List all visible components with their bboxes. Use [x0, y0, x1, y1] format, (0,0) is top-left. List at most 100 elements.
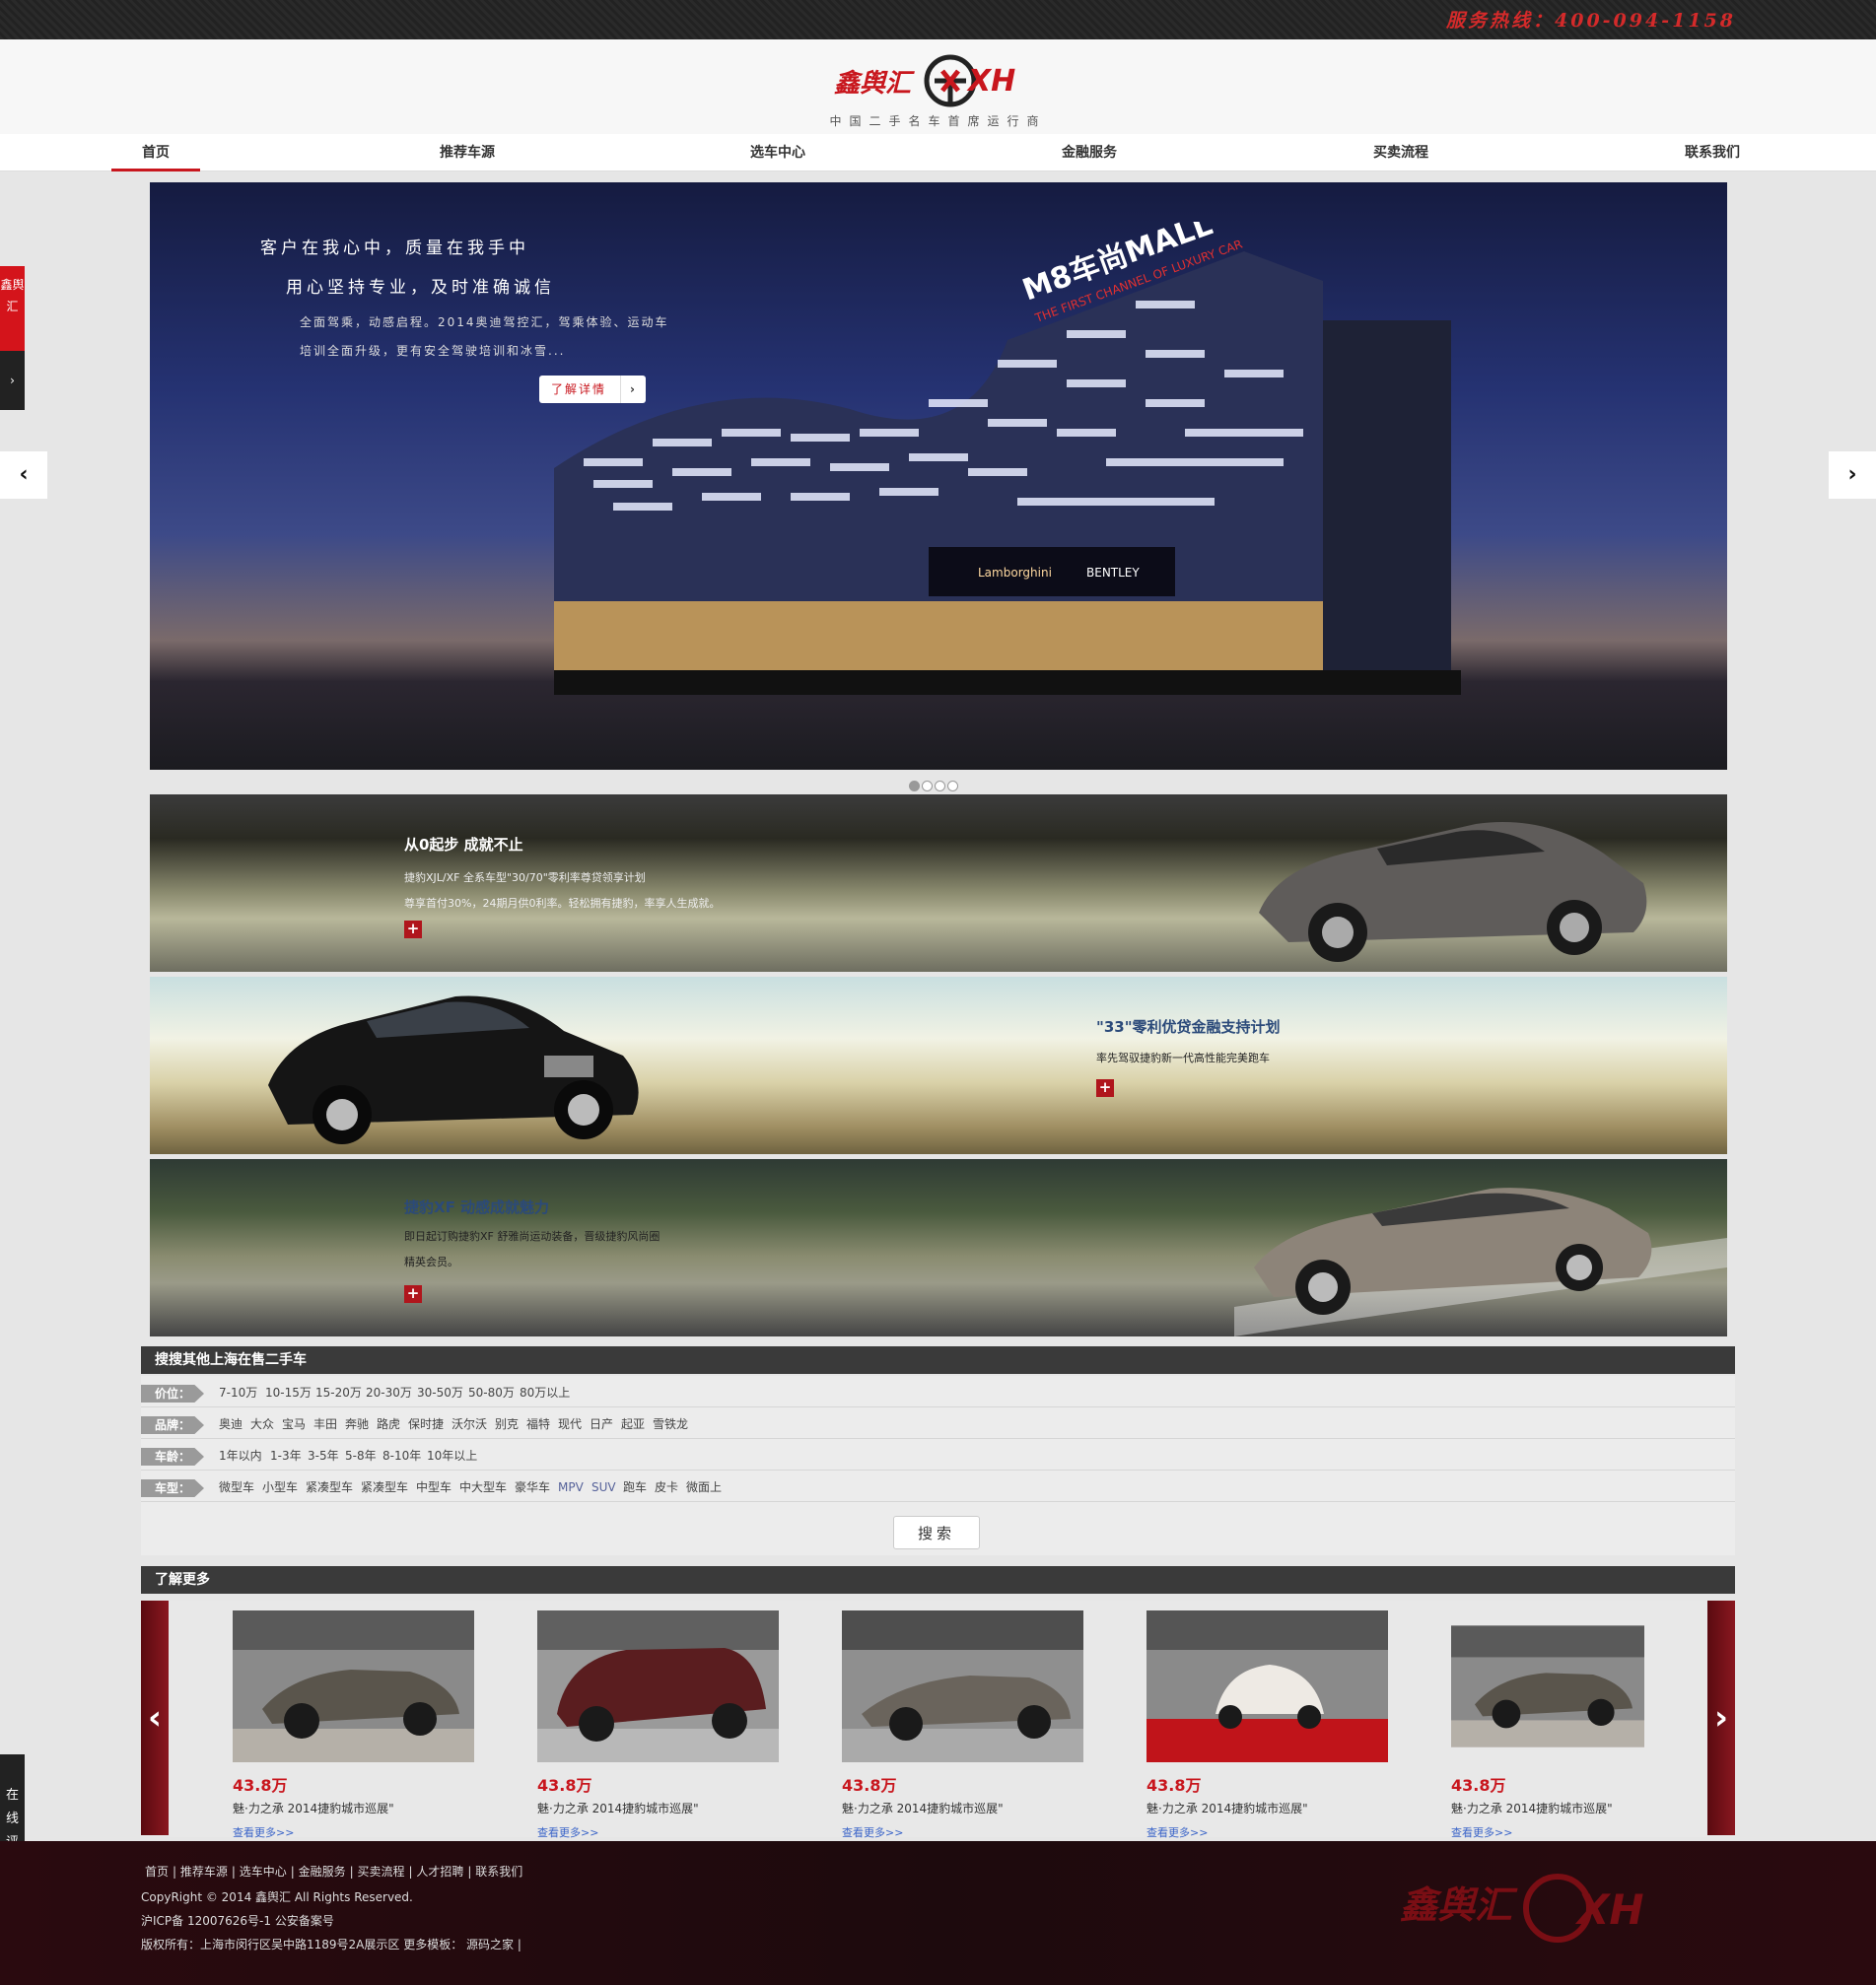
side-expand-icon[interactable]: ›: [0, 351, 25, 410]
filter-option[interactable]: 5-8年: [345, 1439, 377, 1471]
nav-item-finance[interactable]: 金融服务: [1045, 134, 1134, 171]
filter-option[interactable]: 中型车: [416, 1471, 452, 1502]
filter-option[interactable]: 大众: [250, 1407, 274, 1439]
filter-option[interactable]: 紧凑型车: [306, 1471, 353, 1502]
nav-item-contact[interactable]: 联系我们: [1668, 134, 1757, 171]
car-title[interactable]: 魅·力之承 2014捷豹城市巡展": [233, 1800, 474, 1816]
promo-plus-icon-2[interactable]: +: [1096, 1079, 1114, 1097]
filter-option[interactable]: 微型车: [219, 1471, 254, 1502]
filter-option[interactable]: 1-3年: [270, 1439, 302, 1471]
footer-link[interactable]: 选车中心: [240, 1865, 287, 1879]
search-button[interactable]: 搜索: [893, 1516, 980, 1549]
promo-desc-1b: 尊享首付30%，24期月供0利率。轻松拥有捷豹，率享人生成就。: [404, 897, 721, 910]
filter-option[interactable]: 8-10年: [382, 1439, 421, 1471]
nav-item-home[interactable]: 首页: [111, 134, 200, 171]
filter-option[interactable]: 20-30万: [366, 1376, 412, 1407]
filter-option[interactable]: 宝马: [282, 1407, 306, 1439]
car-more-link[interactable]: 查看更多>>: [1451, 1824, 1693, 1840]
banner-next-arrow[interactable]: ›: [1829, 451, 1876, 499]
footer-link[interactable]: 联系我们: [475, 1865, 522, 1879]
chevron-right-icon: ›: [620, 376, 646, 403]
filter-label-age: 车龄：: [141, 1448, 204, 1466]
filter-option[interactable]: 沃尔沃: [452, 1407, 487, 1439]
carousel-next-arrow[interactable]: ›: [1707, 1601, 1735, 1835]
filter-option[interactable]: 10-15万: [265, 1376, 312, 1407]
filter-label-brand: 品牌：: [141, 1416, 204, 1434]
filter-option[interactable]: 保时捷: [408, 1407, 444, 1439]
filter-option[interactable]: 路虎: [377, 1407, 400, 1439]
filter-option[interactable]: 现代: [558, 1407, 582, 1439]
car-more-link[interactable]: 查看更多>>: [1146, 1824, 1388, 1840]
filter-option[interactable]: 紧凑型车: [361, 1471, 408, 1502]
car-title[interactable]: 魅·力之承 2014捷豹城市巡展": [1451, 1800, 1693, 1816]
car-title[interactable]: 魅·力之承 2014捷豹城市巡展": [1146, 1800, 1388, 1816]
car-card[interactable]: 43.8万 魅·力之承 2014捷豹城市巡展" 查看更多>>: [842, 1610, 1083, 1840]
carousel-prev-arrow[interactable]: ‹: [141, 1601, 169, 1835]
car-card[interactable]: 43.8万 魅·力之承 2014捷豹城市巡展" 查看更多>>: [1451, 1610, 1693, 1840]
banner-dot-1[interactable]: [909, 781, 920, 791]
filter-option[interactable]: 福特: [526, 1407, 550, 1439]
footer-link[interactable]: 首页: [145, 1865, 169, 1879]
nav-item-car-center[interactable]: 选车中心: [733, 134, 822, 171]
car-title[interactable]: 魅·力之承 2014捷豹城市巡展": [842, 1800, 1083, 1816]
nav-item-process[interactable]: 买卖流程: [1356, 134, 1445, 171]
promo-banner-3[interactable]: 捷豹XF 动感成就魅力 即日起订购捷豹XF 舒雅尚运动装备，晋级捷豹风尚圈 精英…: [150, 1159, 1727, 1336]
filter-option[interactable]: 15-20万: [315, 1376, 362, 1407]
car-price: 43.8万: [1451, 1776, 1506, 1795]
promo-banner-2[interactable]: "33"零利优贷金融支持计划 率先驾驭捷豹新一代高性能完美跑车 +: [150, 977, 1727, 1154]
filter-option[interactable]: 7-10万: [219, 1376, 257, 1407]
car-photo[interactable]: [1451, 1610, 1644, 1762]
filter-option[interactable]: 3-5年: [308, 1439, 339, 1471]
filter-option[interactable]: 别克: [495, 1407, 519, 1439]
filter-option[interactable]: 微面上: [686, 1471, 722, 1502]
car-more-link[interactable]: 查看更多>>: [233, 1824, 474, 1840]
footer-link[interactable]: 推荐车源: [180, 1865, 228, 1879]
footer-link[interactable]: 人才招聘: [416, 1865, 463, 1879]
promo-desc-1a: 捷豹XJL/XF 全系车型"30/70"零利率尊贷领享计划: [404, 871, 646, 884]
site-logo[interactable]: 鑫舆汇 XH: [834, 53, 1043, 108]
promo-desc-3a: 即日起订购捷豹XF 舒雅尚运动装备，晋级捷豹风尚圈: [404, 1230, 660, 1243]
car-photo[interactable]: [537, 1610, 779, 1762]
side-brand-tab[interactable]: 鑫舆汇 ›: [0, 266, 25, 410]
car-title[interactable]: 魅·力之承 2014捷豹城市巡展": [537, 1800, 779, 1816]
filter-option[interactable]: 丰田: [313, 1407, 337, 1439]
banner-dot-3[interactable]: [935, 781, 945, 791]
filter-option[interactable]: 奥迪: [219, 1407, 243, 1439]
filter-option[interactable]: SUV: [591, 1471, 616, 1502]
car-photo[interactable]: [233, 1610, 474, 1762]
filter-option[interactable]: 起亚: [621, 1407, 645, 1439]
car-card[interactable]: 43.8万 魅·力之承 2014捷豹城市巡展" 查看更多>>: [537, 1610, 779, 1840]
nav-item-recommended[interactable]: 推荐车源: [423, 134, 512, 171]
footer-link[interactable]: 金融服务: [299, 1865, 346, 1879]
banner-dot-2[interactable]: [922, 781, 933, 791]
promo-plus-icon-3[interactable]: +: [404, 1285, 422, 1303]
filter-option[interactable]: MPV: [558, 1471, 584, 1502]
car-card[interactable]: 43.8万 魅·力之承 2014捷豹城市巡展" 查看更多>>: [233, 1610, 474, 1840]
car-photo[interactable]: [842, 1610, 1083, 1762]
filter-option[interactable]: 皮卡: [655, 1471, 678, 1502]
banner-dot-4[interactable]: [947, 781, 958, 791]
filter-option[interactable]: 小型车: [262, 1471, 298, 1502]
filter-option[interactable]: 日产: [590, 1407, 613, 1439]
car-photo[interactable]: [1146, 1610, 1388, 1762]
filter-option[interactable]: 奔驰: [345, 1407, 369, 1439]
filter-option[interactable]: 50-80万: [468, 1376, 515, 1407]
banner-prev-arrow[interactable]: ‹: [0, 451, 47, 499]
car-more-link[interactable]: 查看更多>>: [842, 1824, 1083, 1840]
car-card[interactable]: 43.8万 魅·力之承 2014捷豹城市巡展" 查看更多>>: [1146, 1610, 1388, 1840]
promo-banner-1[interactable]: 从0起步 成就不止 捷豹XJL/XF 全系车型"30/70"零利率尊贷领享计划 …: [150, 794, 1727, 972]
filter-option[interactable]: 跑车: [623, 1471, 647, 1502]
filter-option[interactable]: 30-50万: [417, 1376, 463, 1407]
footer-link[interactable]: 买卖流程: [358, 1865, 405, 1879]
filter-option[interactable]: 10年以上: [427, 1439, 477, 1471]
car-more-link[interactable]: 查看更多>>: [537, 1824, 779, 1840]
promo-plus-icon-1[interactable]: +: [404, 921, 422, 938]
footer-logo-mark: XH: [1574, 1885, 1644, 1934]
filter-option[interactable]: 雪铁龙: [653, 1407, 688, 1439]
banner-detail-button[interactable]: 了解详情 ›: [539, 376, 646, 403]
car-price: 43.8万: [233, 1776, 288, 1795]
filter-option[interactable]: 中大型车: [459, 1471, 507, 1502]
filter-option[interactable]: 豪华车: [515, 1471, 550, 1502]
filter-option[interactable]: 80万以上: [520, 1376, 570, 1407]
filter-option[interactable]: 1年以内: [219, 1439, 262, 1471]
